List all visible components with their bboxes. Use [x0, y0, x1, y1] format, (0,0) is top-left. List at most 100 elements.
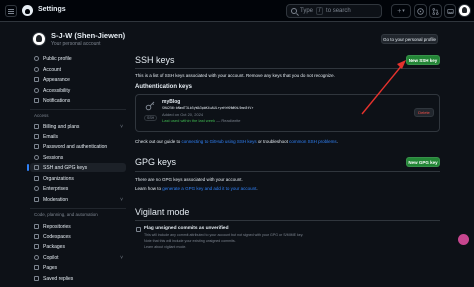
ssh-troubleshoot-link[interactable]: common SSH problems — [289, 139, 337, 144]
inbox-button[interactable] — [444, 4, 456, 18]
ssh-key-fingerprint: SHA256:bNmdT3Lb5yWA3pbK4uAULryeHrKHWKhL9… — [162, 106, 254, 110]
sidebar-item-label: Password and authentication — [43, 143, 108, 150]
sidebar-item-label: Pages — [43, 264, 58, 271]
gpg-learn-text: Learn how to generate a GPG key and add … — [135, 186, 258, 191]
sidebar-section-access: Access — [34, 113, 49, 118]
sidebar-item-accessibility[interactable]: Accessibility — [30, 86, 126, 95]
delete-ssh-key-button[interactable]: Delete — [414, 108, 434, 117]
reply-icon — [34, 276, 39, 281]
ssh-key-last-used: Last used within the last week — Read/wr… — [162, 118, 241, 123]
vigilant-mode-heading: Vigilant mode — [135, 207, 190, 217]
ssh-keys-heading: SSH keys — [135, 55, 175, 65]
search-icon — [291, 8, 297, 14]
repo-icon — [34, 224, 39, 229]
top-navigation-bar: Settings Type / to search + ▾ — [0, 0, 474, 22]
ssh-key-title: myBlog — [162, 99, 181, 105]
ssh-key-added-date: Added on Oct 20, 2024 — [162, 112, 204, 117]
package-icon — [34, 244, 39, 249]
sidebar-item-sessions[interactable]: Sessions — [30, 153, 126, 162]
new-gpg-key-button[interactable]: New GPG key — [406, 157, 440, 167]
profile-avatar — [32, 32, 46, 46]
ssh-badge: SSH — [144, 115, 158, 121]
sidebar-item-account[interactable]: Account — [30, 65, 126, 74]
sidebar-item-label: Billing and plans — [43, 123, 80, 130]
vigilant-mode-label[interactable]: Flag unsigned commits as unverified — [144, 226, 229, 231]
sidebar-item-codespaces[interactable]: Codespaces — [30, 232, 126, 241]
chevron-down-icon: ▾ — [402, 8, 405, 14]
learn-text: . — [256, 186, 258, 191]
create-new-button[interactable]: + ▾ — [391, 4, 411, 18]
issues-icon — [417, 7, 424, 15]
globe-icon — [34, 186, 39, 191]
vigilant-desc-1: This will include any commit attributed … — [144, 233, 304, 237]
section-divider — [135, 171, 440, 172]
key-icon — [34, 165, 39, 170]
ssh-guide-text: Check out our guide to connecting to Git… — [135, 139, 338, 144]
go-to-profile-button[interactable]: Go to your personal profile — [381, 34, 438, 44]
sidebar-item-emails[interactable]: Emails — [30, 132, 126, 141]
sidebar-item-copilot[interactable]: Copilot ˅ — [30, 253, 126, 262]
vigilant-learn-link[interactable]: Learn about vigilant mode. — [144, 245, 186, 249]
access-level: — Read/write — [216, 118, 241, 123]
sidebar-item-password[interactable]: Password and authentication — [30, 142, 126, 151]
person-icon — [34, 56, 39, 61]
authentication-keys-heading: Authentication keys — [135, 84, 193, 90]
breadcrumb-settings[interactable]: Settings — [38, 6, 66, 13]
sidebar-item-label: Repositories — [43, 223, 71, 230]
guide-text: . — [336, 139, 338, 144]
sidebar-item-label: SSH and GPG keys — [43, 164, 88, 171]
guide-text: Check out our guide to — [135, 139, 181, 144]
sidebar-item-moderation[interactable]: Moderation ˅ — [30, 195, 126, 204]
gpg-generate-link[interactable]: generate a GPG key and add it to your ac… — [162, 186, 256, 191]
new-ssh-key-button[interactable]: New SSH key — [406, 55, 440, 65]
floating-action-icon[interactable] — [458, 234, 469, 245]
sidebar-item-appearance[interactable]: Appearance — [30, 75, 126, 84]
sidebar-item-label: Organizations — [43, 175, 74, 182]
sidebar-item-label: Enterprises — [43, 185, 69, 192]
sidebar-item-packages[interactable]: Packages — [30, 242, 126, 251]
key-icon — [145, 101, 155, 111]
copilot-icon — [34, 255, 39, 260]
sidebar-item-notifications[interactable]: Notifications — [30, 96, 126, 105]
sidebar-item-label: Packages — [43, 243, 65, 250]
sidebar-item-pages[interactable]: Pages — [30, 263, 126, 272]
sidebar-item-label: Public profile — [43, 55, 72, 62]
sidebar-item-label: Sessions — [43, 154, 64, 161]
github-logo-icon[interactable] — [22, 5, 33, 16]
gear-icon — [34, 67, 39, 72]
paintbrush-icon — [34, 77, 39, 82]
sidebar-item-enterprises[interactable]: Enterprises — [30, 184, 126, 193]
shield-lock-icon — [34, 144, 39, 149]
gpg-empty-text: There are no GPG keys associated with yo… — [135, 177, 243, 182]
sidebar-item-saved-replies[interactable]: Saved replies — [30, 274, 126, 283]
sidebar-item-organizations[interactable]: Organizations — [30, 174, 126, 183]
mail-icon — [34, 134, 39, 139]
report-icon — [34, 197, 39, 202]
chevron-down-icon: ˅ — [120, 196, 123, 203]
inbox-icon — [446, 8, 454, 14]
ssh-description: This is a list of SSH keys associated wi… — [135, 73, 335, 78]
issues-button[interactable] — [414, 4, 427, 18]
sidebar-divider — [30, 109, 126, 110]
vigilant-mode-checkbox[interactable] — [136, 227, 141, 232]
chevron-down-icon: ˅ — [120, 254, 123, 261]
user-avatar[interactable] — [458, 4, 471, 17]
guide-text: or troubleshoot — [257, 139, 288, 144]
sidebar-item-billing[interactable]: Billing and plans ˅ — [30, 122, 126, 131]
sidebar-item-label: Account — [43, 66, 62, 73]
sidebar-divider — [30, 208, 126, 209]
sidebar-item-repositories[interactable]: Repositories — [30, 222, 126, 231]
broadcast-icon — [34, 155, 39, 160]
chevron-down-icon: ˅ — [120, 123, 123, 130]
profile-subtitle: Your personal account — [51, 41, 101, 47]
ssh-guide-link[interactable]: connecting to GitHub using SSH keys — [182, 139, 257, 144]
search-placeholder: Type / to search — [300, 7, 351, 15]
pull-requests-button[interactable] — [429, 4, 442, 18]
search-input[interactable]: Type / to search — [286, 4, 382, 18]
sidebar-item-public-profile[interactable]: Public profile — [30, 54, 126, 63]
menu-icon[interactable] — [5, 5, 17, 17]
sidebar-item-ssh-gpg-keys[interactable]: SSH and GPG keys — [27, 163, 126, 172]
bell-icon — [34, 98, 39, 103]
browser-icon — [34, 265, 39, 270]
codespaces-icon — [34, 234, 39, 239]
